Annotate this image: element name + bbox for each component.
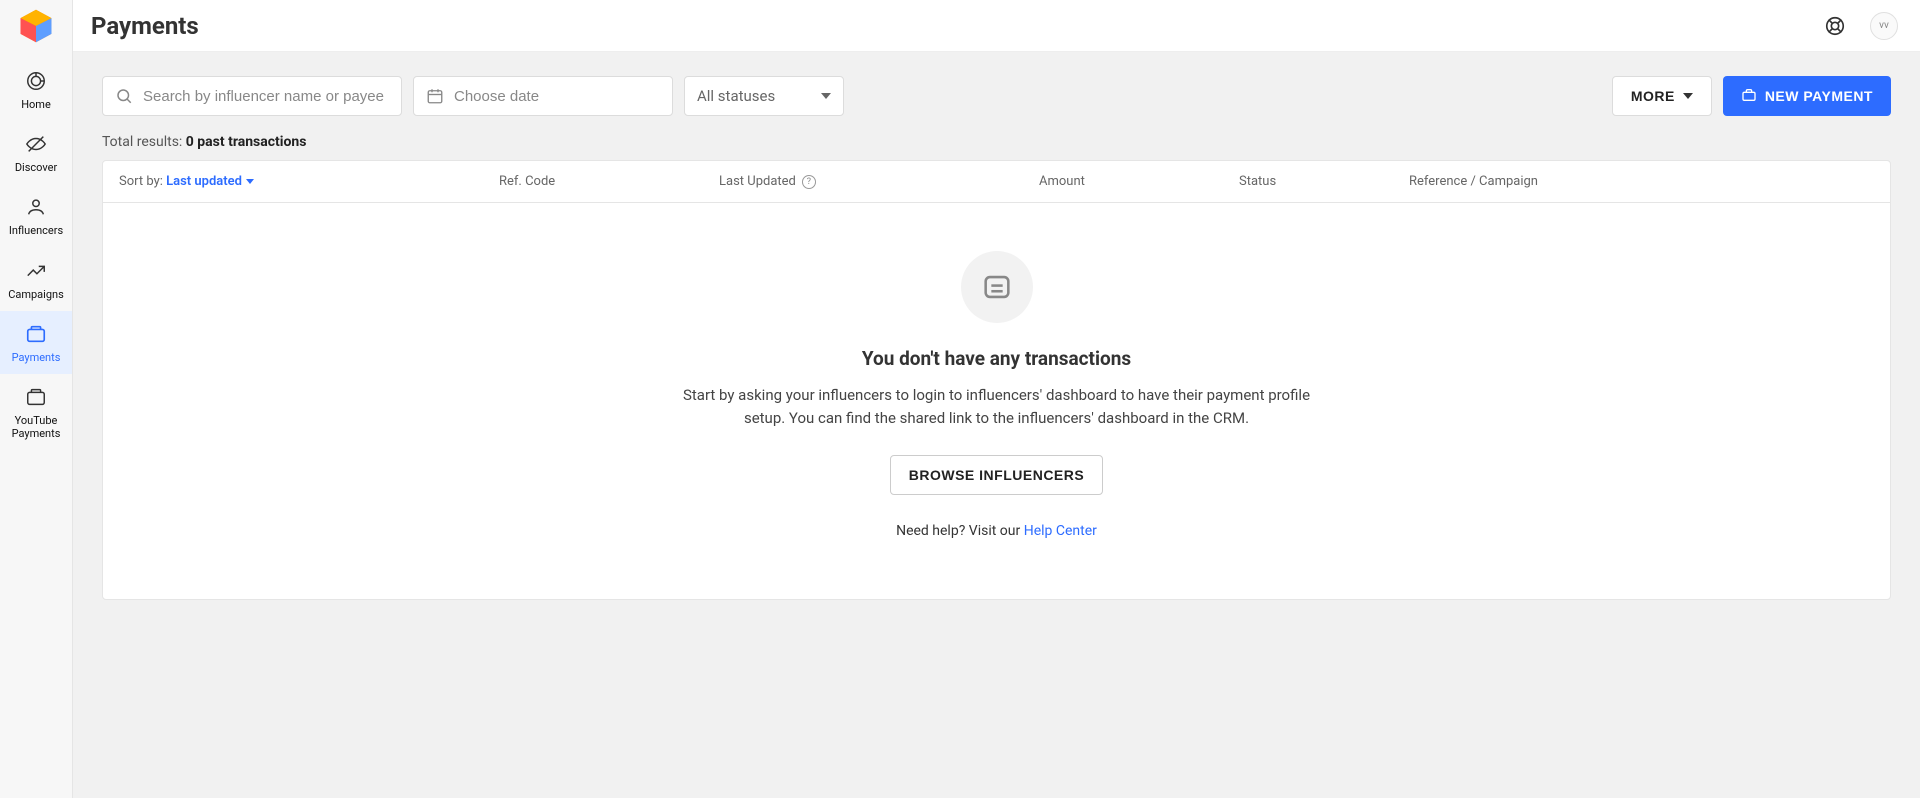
sidebar-item-campaigns[interactable]: Campaigns — [0, 248, 72, 311]
page-title: Payments — [91, 12, 199, 40]
table-header: Sort by: Last updated Ref. Code Last Upd… — [103, 161, 1890, 203]
target-icon — [25, 70, 47, 92]
wallet-icon — [25, 386, 47, 408]
chevron-down-icon — [1683, 93, 1693, 99]
new-payment-button-label: NEW PAYMENT — [1765, 88, 1873, 104]
help-prefix: Need help? Visit our — [896, 523, 1024, 539]
sort-by-dropdown[interactable]: Last updated — [166, 174, 254, 189]
col-last-updated: Last Updated ? — [719, 174, 1039, 189]
help-line: Need help? Visit our Help Center — [896, 523, 1097, 539]
empty-state-icon — [961, 251, 1033, 323]
filters-row: All statuses MORE NEW PAYMENT — [102, 76, 1891, 116]
sidebar-item-payments[interactable]: Payments — [0, 311, 72, 374]
chart-line-icon — [25, 260, 47, 282]
sidebar-item-label: Discover — [15, 161, 57, 174]
status-select[interactable]: All statuses — [684, 76, 844, 116]
col-ref-code: Ref. Code — [499, 174, 719, 189]
help-tooltip-icon[interactable]: ? — [802, 175, 816, 189]
results-total-value: 0 past transactions — [186, 134, 307, 150]
empty-state-title: You don't have any transactions — [862, 347, 1131, 370]
col-status: Status — [1239, 174, 1409, 189]
main-area: Payments vv — [73, 0, 1920, 798]
person-icon — [25, 196, 47, 218]
sidebar-item-youtube-payments[interactable]: YouTube Payments — [0, 374, 72, 450]
search-input-wrap[interactable] — [102, 76, 402, 116]
wallet-icon — [25, 323, 47, 345]
sort-by-label: Sort by: — [119, 174, 166, 189]
col-reference-campaign: Reference / Campaign — [1409, 174, 1874, 189]
avatar-initials: vv — [1879, 20, 1889, 31]
sidebar-item-label: Campaigns — [8, 288, 64, 301]
sidebar-item-discover[interactable]: Discover — [0, 121, 72, 184]
results-total-label: Total results: — [102, 134, 186, 150]
sidebar-item-label: Payments — [12, 351, 61, 364]
sidebar-item-label: YouTube Payments — [0, 414, 72, 440]
col-amount: Amount — [1039, 174, 1239, 189]
avatar[interactable]: vv — [1870, 12, 1898, 40]
briefcase-icon — [1741, 87, 1757, 106]
results-summary: Total results: 0 past transactions — [102, 134, 1891, 150]
search-icon — [115, 87, 133, 105]
content: All statuses MORE NEW PAYMENT Total resu… — [73, 52, 1920, 798]
new-payment-button[interactable]: NEW PAYMENT — [1723, 76, 1891, 116]
empty-state-description: Start by asking your influencers to logi… — [677, 384, 1317, 431]
help-center-link[interactable]: Help Center — [1024, 523, 1097, 539]
sidebar-item-home[interactable]: Home — [0, 58, 72, 121]
chevron-down-icon — [821, 93, 831, 99]
chevron-down-icon — [246, 179, 254, 184]
calendar-icon — [426, 87, 444, 105]
logo — [18, 8, 54, 44]
date-input-wrap[interactable] — [413, 76, 673, 116]
col-sort: Sort by: Last updated — [119, 174, 499, 189]
col-last-updated-label: Last Updated — [719, 174, 796, 189]
more-button[interactable]: MORE — [1612, 76, 1712, 116]
browse-influencers-label: BROWSE INFLUENCERS — [909, 467, 1084, 483]
sidebar-item-label: Influencers — [9, 224, 63, 237]
sidebar-item-influencers[interactable]: Influencers — [0, 184, 72, 247]
lifebuoy-icon[interactable] — [1824, 15, 1846, 37]
empty-state: You don't have any transactions Start by… — [103, 203, 1890, 599]
payments-panel: Sort by: Last updated Ref. Code Last Upd… — [102, 160, 1891, 600]
sidebar: Home Discover Influencers Campaigns — [0, 0, 73, 798]
browse-influencers-button[interactable]: BROWSE INFLUENCERS — [890, 455, 1103, 495]
more-button-label: MORE — [1631, 88, 1675, 104]
sort-by-value: Last updated — [166, 174, 242, 189]
status-select-label: All statuses — [697, 87, 775, 105]
date-input[interactable] — [454, 88, 660, 105]
header: Payments vv — [73, 0, 1920, 52]
eye-off-icon — [25, 133, 47, 155]
search-input[interactable] — [143, 88, 389, 105]
sidebar-item-label: Home — [21, 98, 51, 111]
